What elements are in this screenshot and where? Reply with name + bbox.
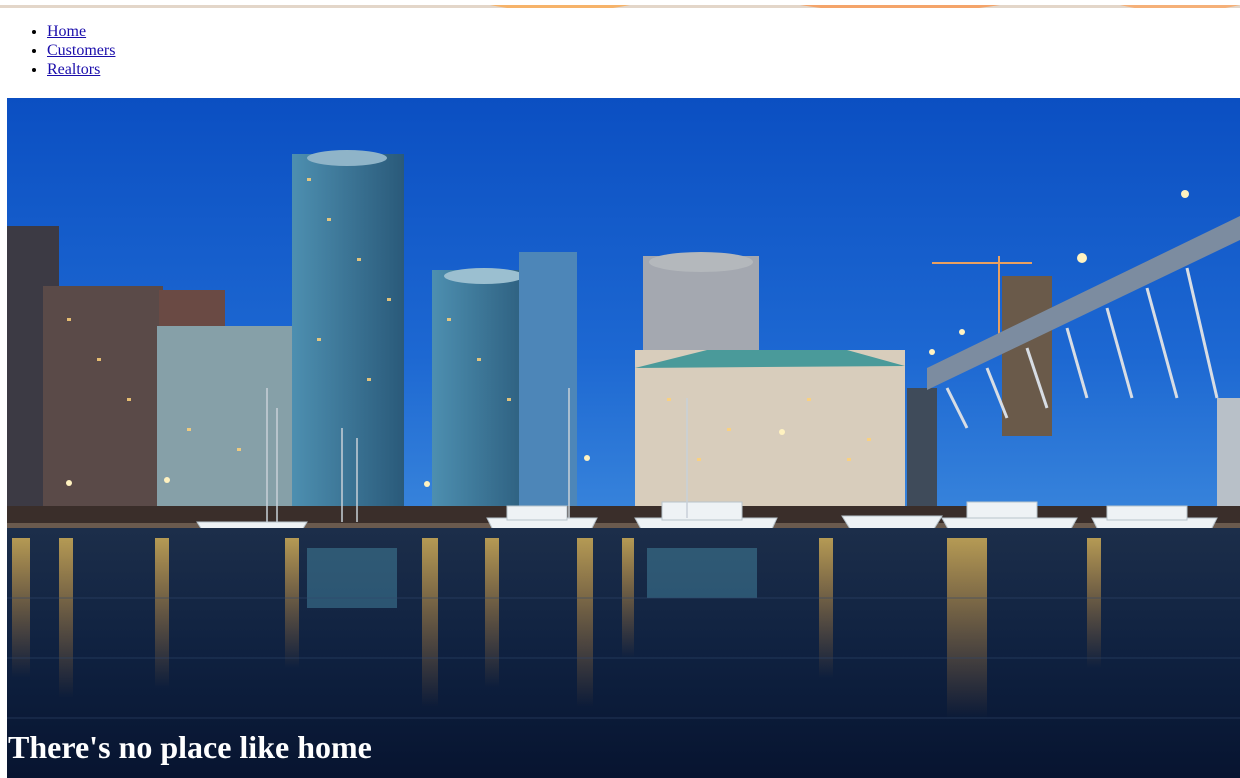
nav-item-home: Home xyxy=(47,22,115,41)
hero-tagline: There's no place like home xyxy=(8,729,372,765)
nav-link-realtors[interactable]: Realtors xyxy=(47,61,100,78)
nav-item-customers: Customers xyxy=(47,41,115,60)
nav-link-customers[interactable]: Customers xyxy=(47,42,115,59)
main-nav: Home Customers Realtors xyxy=(0,22,115,79)
nav-link-home[interactable]: Home xyxy=(47,23,86,40)
hero-image xyxy=(7,98,1240,778)
header-banner-strip xyxy=(0,0,1240,8)
nav-item-realtors: Realtors xyxy=(47,60,115,79)
